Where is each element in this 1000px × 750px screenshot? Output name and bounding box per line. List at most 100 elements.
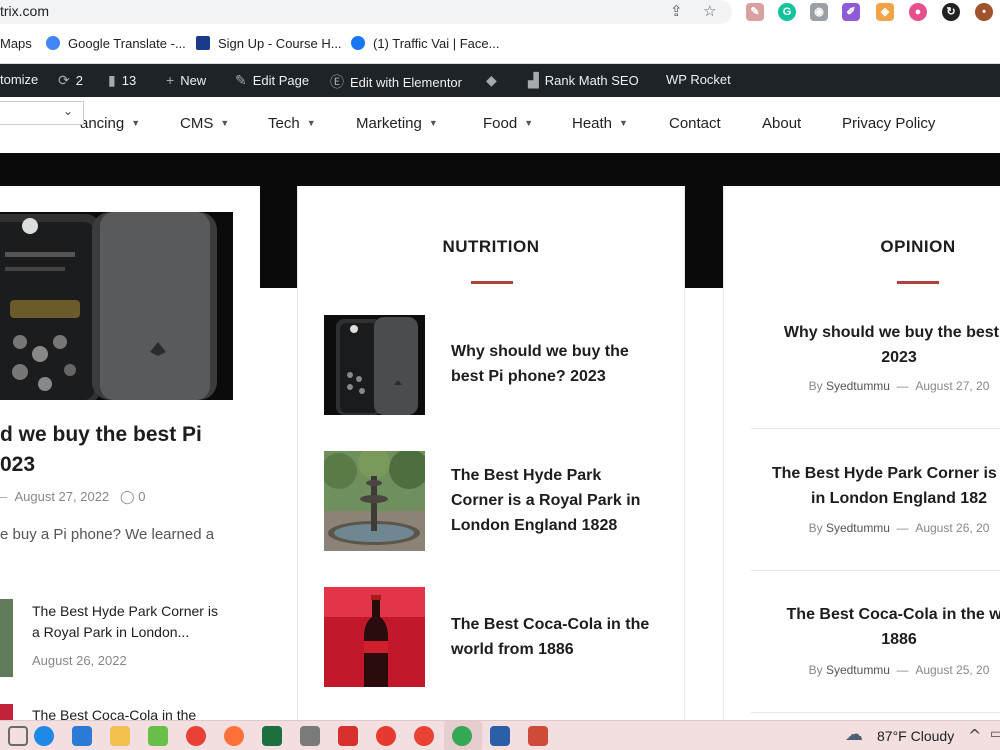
divider [751,570,1000,571]
column-gap [260,288,297,720]
rank-math-link[interactable]: ▟ Rank Math SEO [528,72,639,89]
chevron-down-icon: ▼ [428,118,438,128]
updates-icon: ⟳ [58,72,70,88]
nav-item-financing[interactable]: ancing ▼ [80,115,140,132]
nav-item-contact[interactable]: Contact [669,115,721,132]
chrome-icon[interactable] [186,726,206,746]
phone-image [324,315,425,415]
post-title[interactable]: The Best Hyde Park Corner is a Royal Par… [451,463,666,538]
diamond-link[interactable]: ◆ [486,72,503,89]
chevron-up-icon[interactable]: ^ [968,726,981,745]
cookie-extension-icon[interactable]: • [975,3,993,21]
chevron-down-icon: ▼ [220,118,230,128]
grammarly-icon[interactable]: G [778,3,796,21]
featured-phone-image [0,212,233,400]
author-link[interactable]: Syedtummu [826,521,890,535]
bookmark-traffic-vai[interactable]: (1) Traffic Vai | Face... [351,36,499,51]
comments-link[interactable]: ▮ 13 [108,72,136,89]
list-thumb[interactable] [0,599,13,677]
extension-paint-icon[interactable]: ✎ [746,3,764,21]
post-title[interactable]: The Best Hyde Park Corner is a R in Lond… [749,461,1000,511]
chevron-down-icon: ▼ [619,118,628,128]
nav-item-food[interactable]: Food ▼ [483,115,533,132]
list-thumb[interactable] [0,704,13,720]
author-link[interactable]: Syedtummu [826,663,890,677]
app-icon[interactable] [528,726,548,746]
edit-page-link[interactable]: ✎ Edit Page [235,72,309,89]
photos-icon[interactable] [490,726,510,746]
bookmarks-bar: Maps Google Translate -... Sign Up - Cou… [0,26,1000,64]
title-underline [897,281,939,284]
edit-elementor-link[interactable]: Ⓔ Edit with Elementor [330,72,462,92]
new-link[interactable]: + New [166,72,206,88]
pen-extension-icon[interactable]: ✐ [842,3,860,21]
url-text: trix.com [0,3,49,19]
post-meta: By Syedtummu — August 26, 20 [808,521,990,535]
drop-extension-icon[interactable]: ● [909,3,927,21]
camera-extension-icon[interactable]: ◉ [810,3,828,21]
rank-math-icon: ▟ [528,72,539,88]
extension-orange-icon[interactable]: ◈ [876,3,894,21]
wp-admin-bar: tomize ⟳ 2 ▮ 13 + New ✎ Edit Page Ⓔ Edit with… [0,64,1000,97]
file-explorer-icon[interactable] [110,726,130,746]
section-title: OPINION [880,237,956,256]
browser-address-bar: trix.com ⇪ ☆ ✎ G ◉ ✐ ◈ ● ↻ • [0,0,1000,26]
share-icon[interactable]: ⇪ [670,2,683,20]
nav-item-privacy-policy[interactable]: Privacy Policy [842,115,935,132]
firefox-icon[interactable] [224,726,244,746]
coca-cola-image [324,587,425,687]
chevron-down-icon: ▼ [524,118,534,128]
plus-icon: + [166,72,175,88]
taskview-icon[interactable] [8,726,28,746]
post-title[interactable]: Why should we buy the best Pi phone? 202… [451,339,666,389]
post-thumb[interactable] [324,451,425,551]
chevron-down-icon: ⌄ [62,104,73,118]
node-icon[interactable] [148,726,168,746]
nav-item-heath[interactable]: Heath ▼ [572,115,628,132]
bookmark-google-translate[interactable]: Google Translate -... [46,36,186,51]
left-column: d we buy the best Pi 023 – August 27, 20… [0,186,260,723]
network-icon[interactable]: ▭ [990,726,1000,742]
list-item-date: August 26, 2022 [32,653,127,668]
chrome-icon-2[interactable] [414,726,434,746]
divider [751,712,1000,713]
featured-image[interactable] [0,212,233,400]
course-hero-icon [196,36,210,50]
post-thumb[interactable] [324,587,425,687]
post-title[interactable]: The Best Coca-Cola in the wo 1886 [749,602,1000,652]
nav-item-cms[interactable]: CMS ▼ [180,115,229,132]
updates-link[interactable]: ⟳ 2 [58,72,83,89]
language-select[interactable]: ⌄ [0,101,84,125]
edge-icon[interactable] [34,726,54,746]
opera-icon[interactable] [376,726,396,746]
wp-rocket-link[interactable]: WP Rocket [666,72,731,87]
post-title[interactable]: Why should we buy the best P 2023 [749,320,1000,370]
section-title: NUTRITION [442,237,540,256]
post-title[interactable]: The Best Coca-Cola in the world from 188… [451,612,666,662]
camera-icon[interactable] [300,726,320,746]
title-underline [471,281,513,284]
nutrition-column: NUTRITION Why should we buy the best Pi … [297,186,685,720]
bookmark-signup-course[interactable]: Sign Up - Course H... [196,36,342,51]
bookmark-star-icon[interactable]: ☆ [703,2,716,20]
featured-title[interactable]: d we buy the best Pi 023 [0,420,202,480]
wps-icon[interactable] [338,726,358,746]
nav-item-about[interactable]: About [762,115,801,132]
chrome-active-icon[interactable] [452,726,472,746]
bookmark-maps[interactable]: Maps [0,36,32,51]
sync-extension-icon[interactable]: ↻ [942,3,960,21]
weather-text[interactable]: 87°F Cloudy [877,728,954,744]
url-field[interactable]: trix.com ⇪ ☆ [0,0,732,24]
excel-icon[interactable] [262,726,282,746]
chevron-down-icon: ▼ [306,118,316,128]
post-thumb[interactable] [324,315,425,415]
author-link[interactable]: Syedtummu [826,379,890,393]
nav-item-tech[interactable]: Tech ▼ [268,115,316,132]
vscode-icon[interactable] [72,726,92,746]
diamond-icon: ◆ [486,72,497,88]
chevron-down-icon: ▼ [131,118,141,128]
nav-item-marketing[interactable]: Marketing ▼ [356,115,438,132]
list-item-title[interactable]: The Best Hyde Park Corner is a Royal Par… [32,601,218,643]
customize-link[interactable]: tomize [0,72,38,87]
taskbar: ☁ 87°F Cloudy ^ ▭ [0,720,1000,750]
